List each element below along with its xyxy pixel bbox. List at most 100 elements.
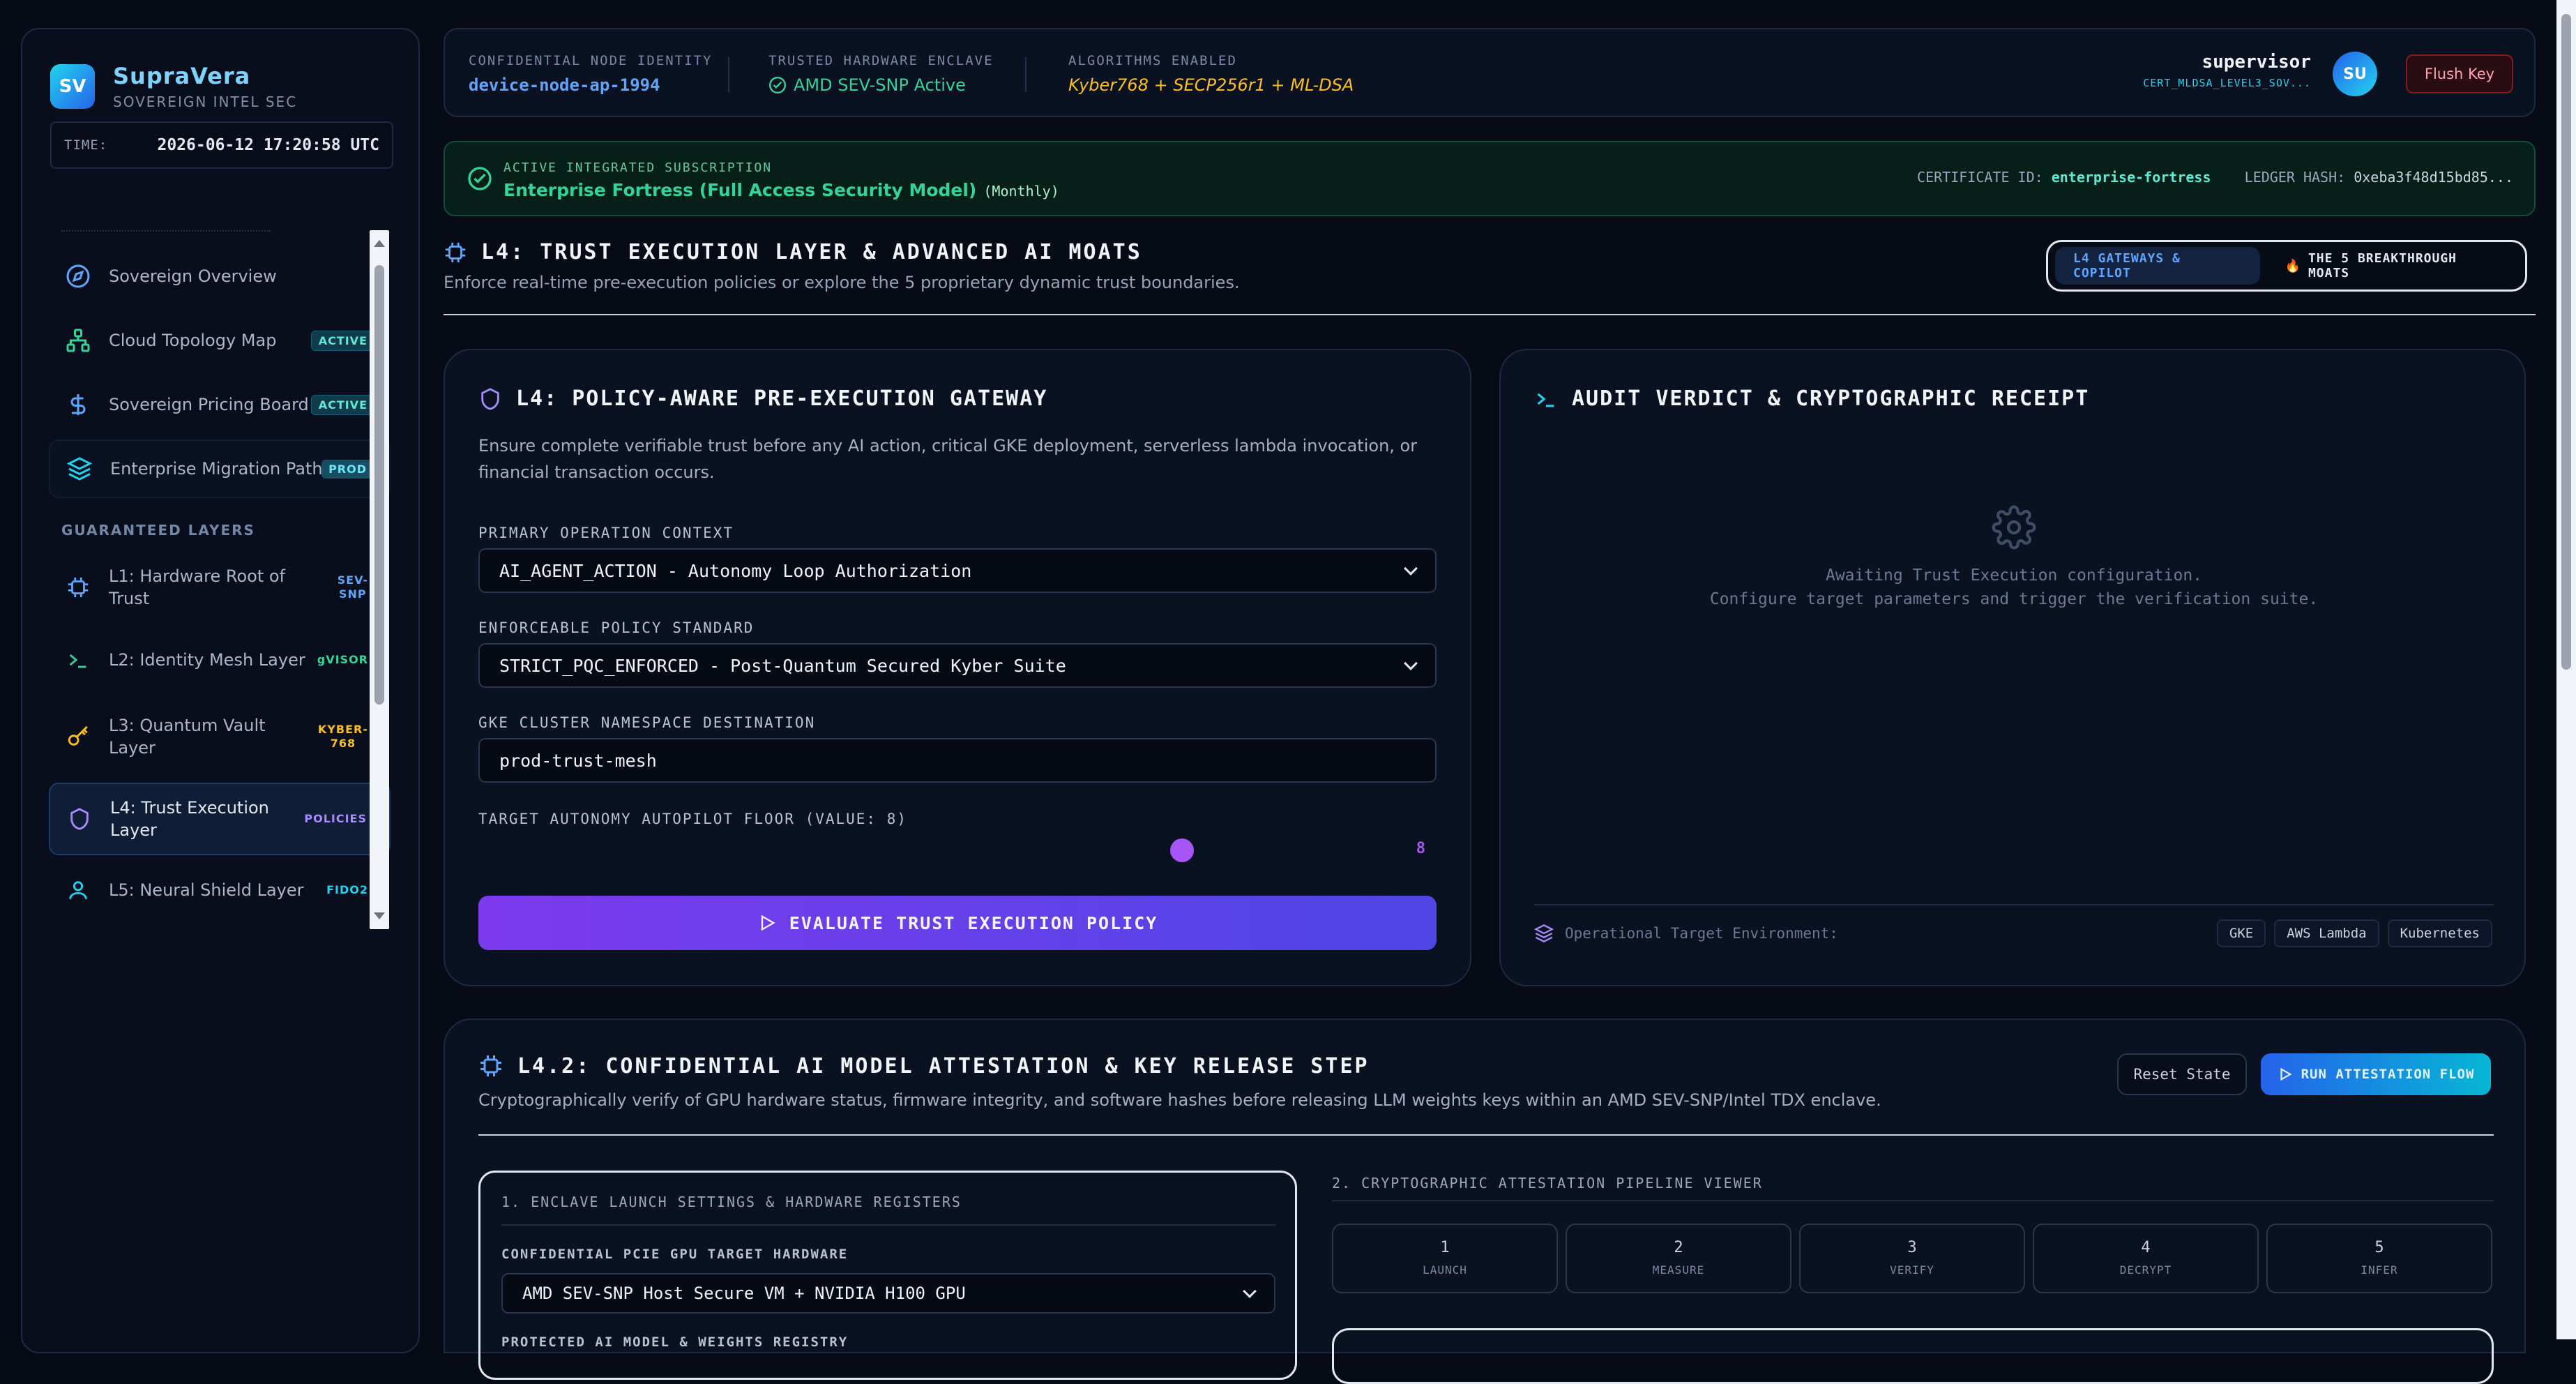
field-label: TARGET AUTONOMY AUTOPILOT FLOOR (VALUE: … <box>478 811 908 827</box>
divider <box>444 314 2536 315</box>
autonomy-floor-slider[interactable] <box>478 838 1437 864</box>
layer-tag: FIDO2 <box>326 883 368 896</box>
divider <box>1332 1200 2494 1201</box>
card-title: AUDIT VERDICT & CRYPTOGRAPHIC RECEIPT <box>1534 386 2089 411</box>
sidebar-item-label: Sovereign Overview <box>109 266 277 286</box>
slider-value: 8 <box>1416 840 1425 857</box>
env-badge-kubernetes: Kubernetes <box>2387 919 2492 947</box>
terminal-icon <box>1537 393 1554 407</box>
card-title: L4.2: CONFIDENTIAL AI MODEL ATTESTATION … <box>478 1053 1370 1078</box>
divider <box>1534 904 2494 905</box>
card-description: Cryptographically verify of GPU hardware… <box>478 1090 1881 1110</box>
chip-icon <box>445 242 466 262</box>
scroll-thumb[interactable] <box>374 265 384 705</box>
enclave-settings-panel: 1. ENCLAVE LAUNCH SETTINGS & HARDWARE RE… <box>478 1171 1297 1380</box>
shield-icon <box>481 387 499 410</box>
tab-gateways-copilot[interactable]: L4 GATEWAYS & COPILOT <box>2055 247 2260 285</box>
terminal-icon <box>63 645 93 675</box>
sidebar-nav: Sovereign Overview Cloud Topology Map AC… <box>49 230 391 929</box>
sidebar-item-label: Cloud Topology Map <box>109 331 277 350</box>
user-icon <box>63 875 93 905</box>
env-badge-aws-lambda: AWS Lambda <box>2274 919 2379 947</box>
sidebar-item-sovereign-overview[interactable]: Sovereign Overview <box>49 247 391 306</box>
l4-header: L4: TRUST EXECUTION LAYER & ADVANCED AI … <box>444 240 1240 292</box>
layer-tag: SEV- SNP <box>337 573 368 601</box>
slider-thumb[interactable] <box>1169 838 1194 862</box>
node-identity: CONFIDENTIAL NODE IDENTITY device-node-a… <box>469 53 712 95</box>
avatar[interactable]: SU <box>2333 52 2377 96</box>
field-label: PROTECTED AI MODEL & WEIGHTS REGISTRY <box>501 1334 849 1350</box>
shield-icon <box>64 804 95 834</box>
sidebar-item-migration-path[interactable]: Enterprise Migration Path PROD <box>49 439 391 498</box>
sidebar-item-l3[interactable]: L3: Quantum Vault Layer KYBER- 768 <box>49 702 391 772</box>
sidebar-item-l1[interactable]: L1: Hardware Root of Trust SEV- SNP <box>49 552 391 622</box>
gpu-hardware-select[interactable]: AMD SEV-SNP Host Secure VM + NVIDIA H100… <box>501 1273 1275 1314</box>
field-label: CONFIDENTIAL PCIE GPU TARGET HARDWARE <box>501 1247 849 1262</box>
gear-icon <box>1992 505 2036 550</box>
pipeline-steps: 1 LAUNCH 2 MEASURE 3 VERIFY 4 DECRYPT 5 INFER <box>1332 1224 2494 1293</box>
pipeline-step-infer[interactable]: 5 INFER <box>2266 1224 2492 1293</box>
node-identity-value: device-node-ap-1994 <box>469 75 660 95</box>
layers-icon <box>64 453 95 484</box>
node-identity-label: CONFIDENTIAL NODE IDENTITY <box>469 53 713 68</box>
reset-state-button[interactable]: Reset State <box>2117 1053 2247 1095</box>
network-icon <box>63 325 93 356</box>
pipeline-step-verify[interactable]: 3 VERIFY <box>1799 1224 2025 1293</box>
page-title: L4: TRUST EXECUTION LAYER & ADVANCED AI … <box>444 240 1240 264</box>
target-environment: Operational Target Environment: <box>1534 924 1838 943</box>
sidebar-item-label: L1: Hardware Root of Trust <box>109 566 285 608</box>
page-scrollbar[interactable] <box>2556 0 2576 1339</box>
policy-gateway-card: L4: POLICY-AWARE PRE-EXECUTION GATEWAY E… <box>444 349 1471 986</box>
panel-title: 1. ENCLAVE LAUNCH SETTINGS & HARDWARE RE… <box>501 1194 962 1210</box>
status-badge: ACTIVE <box>310 330 375 351</box>
divider <box>1025 57 1026 92</box>
scroll-down-icon[interactable] <box>374 912 385 919</box>
field-label: ENFORCEABLE POLICY STANDARD <box>478 619 755 636</box>
pipeline-step-measure[interactable]: 2 MEASURE <box>1566 1224 1791 1293</box>
enclave-status: AMD SEV-SNP Active <box>768 75 994 95</box>
operation-context-select[interactable]: AI_AGENT_ACTION - Autonomy Loop Authoriz… <box>478 548 1437 593</box>
layer-tag: gVISOR <box>317 653 368 666</box>
hardware-enclave: TRUSTED HARDWARE ENCLAVE AMD SEV-SNP Act… <box>768 53 994 95</box>
sidebar-item-cloud-topology[interactable]: Cloud Topology Map ACTIVE <box>49 311 391 370</box>
divider <box>501 1224 1275 1226</box>
page-scroll-thumb[interactable] <box>2561 14 2571 670</box>
chevron-down-icon <box>1404 562 1418 576</box>
pipeline-title: 2. CRYPTOGRAPHIC ATTESTATION PIPELINE VI… <box>1332 1175 1763 1191</box>
check-circle-icon <box>768 76 787 94</box>
audit-empty-state: Awaiting Trust Execution configuration. … <box>1709 566 2319 608</box>
user-info: supervisor CERT_MLDSA_LEVEL3_SOV... <box>2143 52 2311 89</box>
fire-icon: 🔥 <box>2285 258 2301 273</box>
chevron-down-icon <box>1404 656 1418 670</box>
clipped-section-label <box>61 230 271 237</box>
run-attestation-button[interactable]: RUN ATTESTATION FLOW <box>2261 1053 2491 1095</box>
sidebar-item-pricing-board[interactable]: Sovereign Pricing Board ACTIVE <box>49 375 391 434</box>
flush-key-button[interactable]: Flush Key <box>2406 54 2513 93</box>
subscription-banner: ACTIVE INTEGRATED SUBSCRIPTION Enterpris… <box>444 141 2536 216</box>
sidebar-item-label: L3: Quantum Vault Layer <box>109 716 266 758</box>
evaluate-policy-button[interactable]: EVALUATE TRUST EXECUTION POLICY <box>478 896 1437 950</box>
sidebar-item-l4[interactable]: L4: Trust Execution Layer POLICIES <box>49 783 391 855</box>
page-description: Enforce real-time pre-execution policies… <box>444 273 1240 292</box>
tab-breakthrough-moats[interactable]: 🔥 THE 5 BREAKTHROUGH MOATS <box>2267 247 2518 285</box>
policy-standard-select[interactable]: STRICT_PQC_ENFORCED - Post-Quantum Secur… <box>478 643 1437 688</box>
chip-icon <box>63 572 93 603</box>
section-label-guaranteed-layers: GUARANTEED LAYERS <box>61 522 255 539</box>
card-title: L4: POLICY-AWARE PRE-EXECUTION GATEWAY <box>478 386 1047 411</box>
play-icon <box>2280 1067 2292 1081</box>
sidebar-item-l2[interactable]: L2: Identity Mesh Layer gVISOR <box>49 631 391 689</box>
layer-tag: KYBER- 768 <box>317 723 368 750</box>
pipeline-step-launch[interactable]: 1 LAUNCH <box>1332 1224 1558 1293</box>
compass-icon <box>63 261 93 292</box>
enclave-label: TRUSTED HARDWARE ENCLAVE <box>768 53 994 68</box>
pipeline-step-decrypt[interactable]: 4 DECRYPT <box>2033 1224 2259 1293</box>
key-icon <box>63 721 93 752</box>
scroll-up-icon[interactable] <box>374 240 385 247</box>
status-badge: ACTIVE <box>310 394 375 415</box>
l4-tabs: L4 GATEWAYS & COPILOT 🔥 THE 5 BREAKTHROUG… <box>2046 240 2527 292</box>
play-icon <box>761 915 775 931</box>
sidebar-scrollbar[interactable] <box>370 230 389 929</box>
sidebar-item-l5[interactable]: L5: Neural Shield Layer FIDO2 <box>49 861 391 919</box>
user-cert: CERT_MLDSA_LEVEL3_SOV... <box>2143 77 2311 89</box>
namespace-input[interactable]: prod-trust-mesh <box>478 738 1437 783</box>
